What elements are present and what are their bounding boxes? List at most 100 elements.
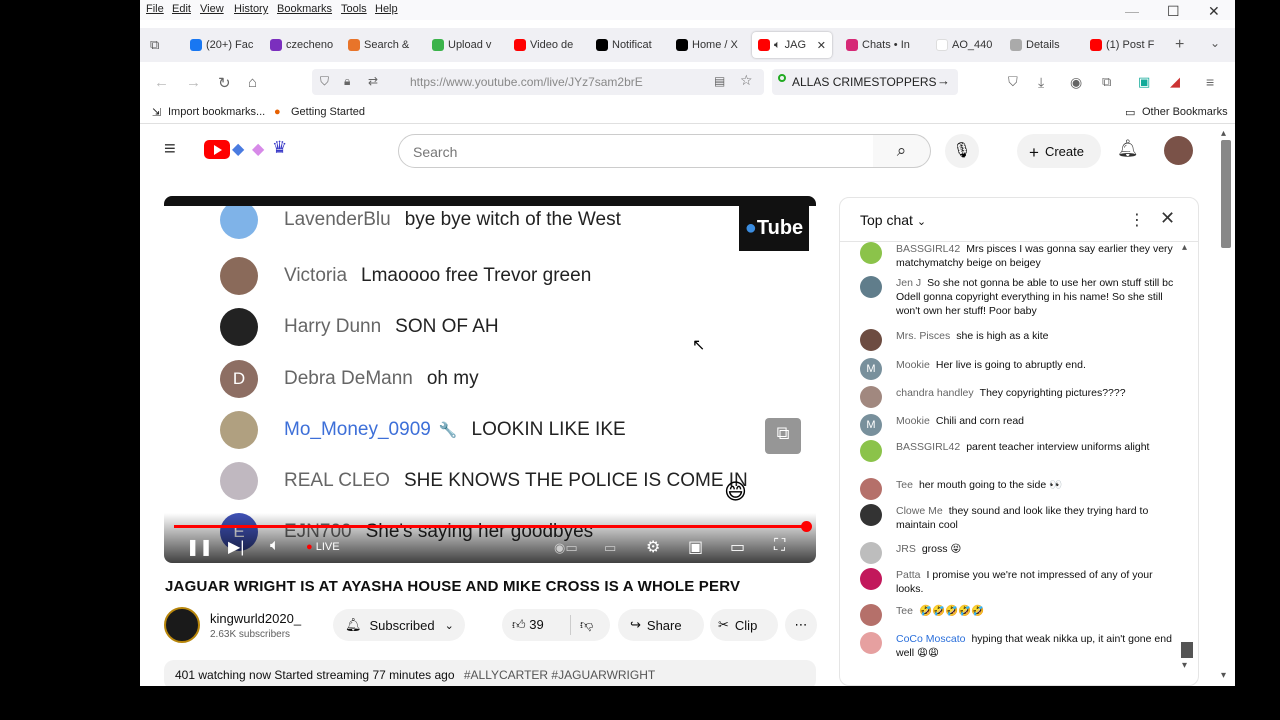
- chat-author[interactable]: Tee: [896, 479, 913, 491]
- pocket-icon[interactable]: ⛉: [1008, 74, 1018, 90]
- chat-author[interactable]: Jen J: [896, 277, 921, 289]
- browser-tab[interactable]: Search &: [342, 32, 422, 58]
- chat-author[interactable]: BASSGIRL42: [896, 243, 960, 255]
- browser-tab[interactable]: AO_440: [930, 32, 1000, 58]
- hashtags[interactable]: #ALLYCARTER #JAGUARWRIGHT: [464, 668, 655, 682]
- tab-audio-icon[interactable]: 🔈︎: [774, 39, 781, 52]
- extensions-icon[interactable]: ⧉: [1102, 74, 1111, 90]
- close-window-button[interactable]: ✕: [1208, 3, 1220, 20]
- share-button[interactable]: ↪ Share: [618, 609, 704, 641]
- menu-history[interactable]: History: [234, 3, 268, 15]
- forward-button[interactable]: →: [186, 74, 201, 91]
- shield-icon[interactable]: ⛉: [320, 74, 329, 89]
- chat-message[interactable]: Tee 🤣🤣🤣🤣🤣: [860, 604, 1178, 626]
- subtitles-icon[interactable]: ▭: [604, 540, 616, 556]
- import-bookmarks-link[interactable]: Import bookmarks...: [168, 106, 265, 118]
- browser-tab[interactable]: Upload v: [426, 32, 504, 58]
- clip-button[interactable]: ✂ Clip: [710, 609, 778, 641]
- browser-tab[interactable]: Home / X: [670, 32, 748, 58]
- chat-message[interactable]: Mrs. Pisces she is high as a kite: [860, 329, 1178, 351]
- chat-message[interactable]: BASSGIRL42 parent teacher interview unifo…: [860, 440, 1178, 462]
- guide-menu-icon[interactable]: ≡: [164, 138, 176, 161]
- other-bookmarks-link[interactable]: Other Bookmarks: [1142, 106, 1228, 118]
- volume-icon[interactable]: 🔈︎: [270, 537, 280, 555]
- lock-icon[interactable]: 🔒︎: [344, 74, 350, 89]
- close-tab-icon[interactable]: ✕: [817, 39, 826, 52]
- browser-tab[interactable]: (1) Post F: [1084, 32, 1164, 58]
- minimize-button[interactable]: —: [1125, 3, 1139, 19]
- avatar[interactable]: [1164, 136, 1193, 165]
- tab-manager-icon[interactable]: ⧉: [150, 37, 159, 53]
- chat-message[interactable]: BASSGIRL42 Mrs pisces I was gonna say ear…: [860, 242, 1178, 270]
- menu-tools[interactable]: Tools: [341, 3, 367, 15]
- browser-tab[interactable]: (20+) Fac: [184, 32, 260, 58]
- chat-scrollbar[interactable]: ▴ ▾: [1180, 242, 1194, 682]
- create-button[interactable]: + Create: [1017, 134, 1101, 168]
- menu-file[interactable]: File: [146, 3, 164, 15]
- chat-author[interactable]: BASSGIRL42: [896, 441, 960, 453]
- url-bar[interactable]: ⛉ 🔒︎ ⇄ https://www.youtube.com/live/JYz7…: [312, 69, 764, 95]
- menu-bookmarks[interactable]: Bookmarks: [277, 3, 332, 15]
- chat-scroll-down-icon[interactable]: ▾: [1182, 660, 1187, 671]
- like-button[interactable]: 👍︎ 39: [512, 617, 544, 633]
- description-box[interactable]: 401 watching now Started streaming 77 mi…: [164, 660, 816, 686]
- chat-message[interactable]: Jen J So she not gonna be able to use her…: [860, 276, 1178, 318]
- autoplay-toggle[interactable]: ◉▭: [554, 540, 578, 556]
- chat-message[interactable]: M Mookie Her live is going to abruptly end…: [860, 358, 1178, 380]
- extension-search-box[interactable]: ALLAS CRIMESTOPPERS →: [772, 69, 958, 95]
- browser-tab[interactable]: Video de: [508, 32, 586, 58]
- scroll-thumb[interactable]: [1221, 140, 1231, 248]
- more-vert-icon[interactable]: ⋮: [1129, 210, 1145, 230]
- menu-edit[interactable]: Edit: [172, 3, 191, 15]
- bookmark-star-icon[interactable]: ☆: [740, 72, 753, 89]
- search-button[interactable]: ⌕: [873, 134, 931, 168]
- chat-author[interactable]: Mookie: [896, 415, 930, 427]
- subscribed-button[interactable]: 🔔︎ Subscribed ⌄: [333, 609, 465, 641]
- browser-tab[interactable]: 🔈︎ JAG ✕: [752, 32, 832, 58]
- getting-started-link[interactable]: Getting Started: [291, 106, 365, 118]
- reload-button[interactable]: ↻: [218, 74, 231, 92]
- downloads-icon[interactable]: ⤓: [1038, 74, 1044, 91]
- chat-author[interactable]: Mrs. Pisces: [896, 330, 950, 342]
- notifications-bell-icon[interactable]: 🔔︎: [1117, 139, 1139, 159]
- extension-icon[interactable]: ▣: [1138, 74, 1150, 90]
- theater-mode-icon[interactable]: ▭: [730, 537, 745, 557]
- channel-avatar[interactable]: [164, 607, 200, 643]
- scroll-up-icon[interactable]: ▴: [1221, 128, 1226, 139]
- chat-message[interactable]: M Mookie Chili and corn read: [860, 414, 1178, 436]
- chat-author[interactable]: Tee: [896, 605, 913, 617]
- browser-tab[interactable]: Chats • In: [840, 32, 926, 58]
- menu-view[interactable]: View: [200, 3, 224, 15]
- chat-message[interactable]: CoCo Moscato hyping that weak nikka up, i…: [860, 632, 1178, 660]
- progress-bar[interactable]: [174, 525, 806, 528]
- chat-author[interactable]: JRS: [896, 543, 916, 555]
- video-player[interactable]: LavenderBlu bye bye witch of the West Vict…: [164, 196, 816, 563]
- more-actions-button[interactable]: ⋯: [785, 609, 817, 641]
- settings-gear-icon[interactable]: ⚙: [646, 537, 660, 557]
- chat-mode-dropdown[interactable]: Top chat ⌄: [860, 212, 926, 228]
- chat-author[interactable]: Clowe Me: [896, 505, 943, 517]
- live-badge[interactable]: ● LIVE: [306, 541, 340, 553]
- home-button[interactable]: ⌂: [248, 74, 257, 91]
- chat-author[interactable]: chandra handley: [896, 387, 974, 399]
- chat-author[interactable]: Patta: [896, 569, 921, 581]
- channel-name[interactable]: kingwurld2020_: [210, 611, 301, 626]
- chat-message[interactable]: Patta I promise you we're not impressed o…: [860, 568, 1178, 596]
- miniplayer-icon[interactable]: ▣: [688, 537, 703, 557]
- youtube-logo-icon[interactable]: [204, 140, 230, 159]
- back-button[interactable]: ←: [154, 74, 169, 91]
- chat-message[interactable]: Clowe Me they sound and look like they tr…: [860, 504, 1178, 532]
- chat-scroll-up-icon[interactable]: ▴: [1182, 242, 1187, 253]
- browser-tab[interactable]: Notificat: [590, 32, 666, 58]
- chat-message[interactable]: JRS gross 😝: [860, 542, 1178, 564]
- dislike-button[interactable]: 👎︎: [580, 617, 593, 633]
- external-link-icon[interactable]: ⧉: [765, 418, 801, 454]
- reader-view-icon[interactable]: ▤: [714, 74, 725, 88]
- new-tab-plus-icon[interactable]: +: [1175, 36, 1184, 54]
- page-scrollbar[interactable]: ▴ ▾: [1220, 128, 1232, 686]
- permissions-icon[interactable]: ⇄: [368, 74, 378, 88]
- hamburger-menu-icon[interactable]: ≡: [1206, 74, 1214, 90]
- close-chat-icon[interactable]: ✕: [1160, 208, 1175, 229]
- maximize-button[interactable]: ☐: [1167, 3, 1180, 20]
- extension-red-icon[interactable]: ◢: [1170, 74, 1180, 90]
